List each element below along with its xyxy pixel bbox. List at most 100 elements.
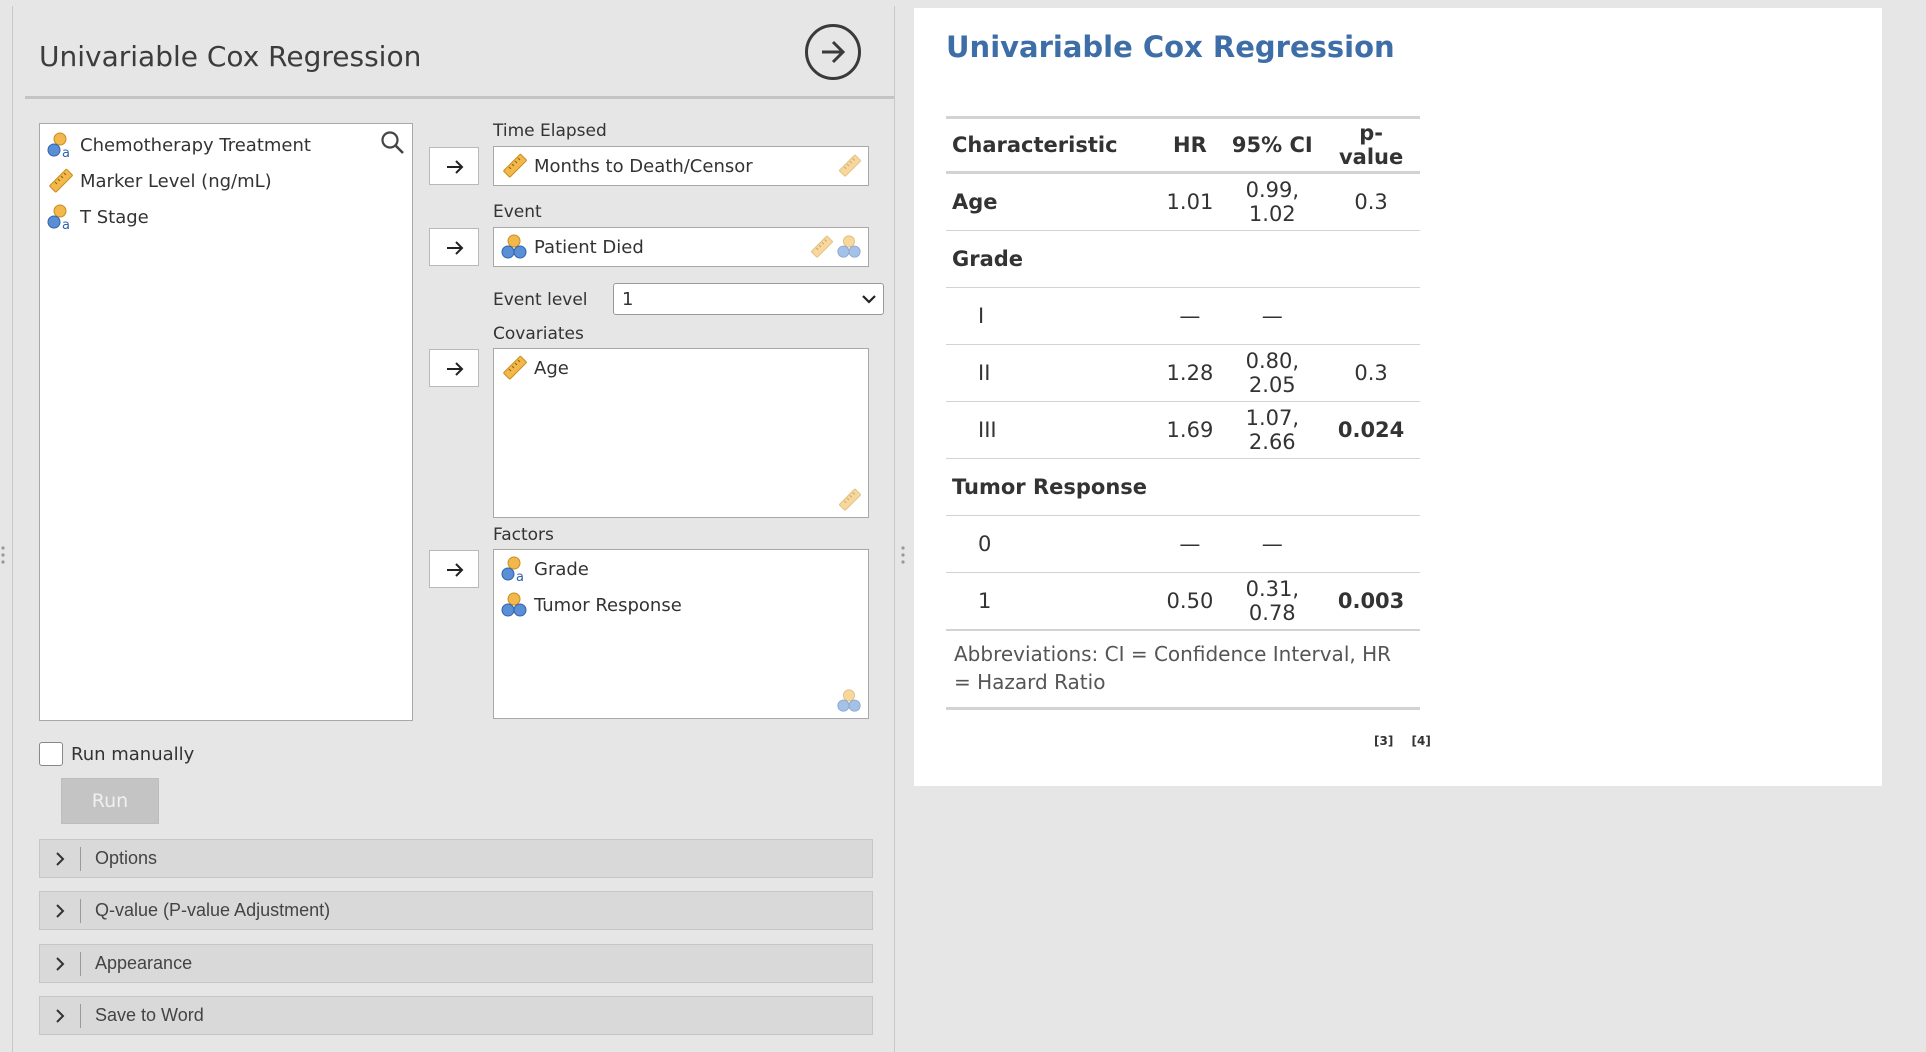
divider (80, 951, 81, 976)
table-cell: 0.50 (1157, 572, 1223, 631)
variable-item[interactable]: Chemotherapy Treatment (46, 130, 311, 160)
table-row: II 1.28 0.80, 2.05 0.3 (946, 344, 1420, 402)
nominal-icon (836, 234, 862, 260)
event-label: Event (493, 202, 542, 222)
event-level-select[interactable]: 1 (613, 283, 884, 315)
table-cell: 0.31, 0.78 (1222, 572, 1323, 631)
table-row: Age 1.01 0.99, 1.02 0.3 (946, 172, 1420, 231)
table-row: 0— — (946, 515, 1420, 573)
table-cell (1322, 515, 1420, 573)
selected-variable[interactable]: Patient Died (500, 232, 644, 262)
table-row: Tumor Response (946, 458, 1420, 516)
list-item[interactable]: Tumor Response (500, 590, 682, 620)
column-header: HR (1173, 133, 1207, 157)
table-cell: 1.07, 2.66 (1222, 401, 1323, 459)
table-cell: 0 (946, 515, 1158, 573)
run-manually-row: Run manually (39, 742, 194, 766)
table-cell: 0.024 (1322, 401, 1420, 459)
run-manually-label: Run manually (71, 743, 195, 765)
arrow-right-icon (443, 357, 467, 381)
reference-link[interactable]: [3] (1374, 734, 1393, 748)
run-analysis-icon[interactable] (805, 24, 861, 80)
nominal-text-icon (46, 131, 74, 159)
list-item[interactable]: Age (500, 353, 569, 383)
continuous-ruler-icon (500, 152, 528, 180)
section-options[interactable]: Options (39, 839, 873, 878)
table-row: Grade (946, 230, 1420, 288)
nominal-text-icon (46, 203, 74, 231)
move-to-factors-button[interactable] (429, 550, 479, 588)
continuous-ruler-icon (836, 153, 862, 179)
section-label: Save to Word (95, 1005, 204, 1025)
section-save-to-word[interactable]: Save to Word (39, 996, 873, 1035)
variable-item[interactable]: Marker Level (ng/mL) (46, 166, 272, 196)
list-item[interactable]: Grade (500, 554, 589, 584)
table-cell (1322, 458, 1420, 516)
table-cell (1322, 230, 1420, 288)
table-header-row: Characteristic HR 95% CI p-value (946, 117, 1420, 173)
table-row: III 1.69 1.07, 2.66 0.024 (946, 401, 1420, 459)
chevron-right-icon (52, 903, 68, 919)
table-footnote: Abbreviations: CI = Confidence Interval,… (946, 629, 1420, 710)
variable-item[interactable]: T Stage (46, 202, 149, 232)
table-cell (1222, 230, 1323, 288)
reference-link[interactable]: [4] (1412, 734, 1431, 748)
run-manually-checkbox[interactable] (39, 742, 63, 766)
arrow-right-icon (443, 558, 467, 582)
variable-list[interactable]: Chemotherapy Treatment Marker Level (ng/… (39, 123, 413, 721)
covariates-label: Covariates (493, 324, 584, 344)
column-header: Characteristic (952, 133, 1118, 157)
title-divider (25, 96, 894, 99)
table-row: I — — (946, 287, 1420, 345)
results-table: Characteristic HR 95% CI p-value Age 1.01… (946, 116, 1420, 710)
event-level-value: 1 (622, 288, 634, 310)
run-button[interactable]: Run (61, 778, 159, 824)
table-cell (1157, 230, 1223, 288)
factors-list[interactable]: Grade Tumor Response (493, 549, 869, 719)
table-cell: 1 (946, 572, 1158, 631)
resize-grip-icon[interactable] (0, 544, 6, 566)
column-header: p-value (1338, 121, 1404, 169)
table-cell (1322, 287, 1420, 345)
continuous-ruler-icon (836, 487, 862, 513)
table-cell (1222, 458, 1323, 516)
chevron-right-icon (52, 1008, 68, 1024)
move-to-covariates-button[interactable] (429, 349, 479, 387)
table-cell: 1.69 (1157, 401, 1223, 459)
event-level-label: Event level (493, 290, 588, 310)
table-cell: II (946, 344, 1158, 402)
chevron-right-icon (52, 956, 68, 972)
results-title: Univariable Cox Regression (946, 30, 1395, 64)
table-cell: 0.80, 2.05 (1222, 344, 1323, 402)
chevron-down-icon (862, 295, 876, 304)
panel-title: Univariable Cox Regression (39, 40, 422, 73)
search-icon[interactable] (380, 130, 406, 156)
continuous-ruler-icon (808, 234, 834, 260)
covariates-list[interactable]: Age (493, 348, 869, 518)
table-cell: 1.28 (1157, 344, 1223, 402)
continuous-ruler-icon (500, 354, 528, 382)
resize-grip-icon[interactable] (900, 544, 906, 566)
analysis-options-panel: Univariable Cox Regression Chemotherapy … (12, 6, 895, 1052)
column-header: 95% CI (1231, 133, 1313, 157)
references: [3] [4] (1360, 734, 1431, 748)
table-cell: I (946, 287, 1158, 345)
nominal-icon (836, 688, 862, 714)
section-q-value[interactable]: Q-value (P-value Adjustment) (39, 891, 873, 930)
move-to-event-button[interactable] (429, 228, 479, 266)
table-cell: Age (946, 172, 1158, 231)
continuous-ruler-icon (46, 167, 74, 195)
selected-variable[interactable]: Months to Death/Censor (500, 151, 753, 181)
arrow-right-icon (443, 236, 467, 260)
table-cell: 0.99, 1.02 (1222, 172, 1323, 231)
event-field[interactable]: Patient Died (493, 227, 869, 267)
nominal-text-icon (500, 555, 528, 583)
move-to-time-elapsed-button[interactable] (429, 147, 479, 185)
section-appearance[interactable]: Appearance (39, 944, 873, 983)
time-elapsed-field[interactable]: Months to Death/Censor (493, 146, 869, 186)
table-row: 1 0.50 0.31, 0.78 0.003 (946, 572, 1420, 631)
table-cell: — (1222, 515, 1323, 573)
time-elapsed-label: Time Elapsed (493, 121, 607, 141)
table-cell: 0.3 (1322, 344, 1420, 402)
nominal-icon (500, 591, 528, 619)
